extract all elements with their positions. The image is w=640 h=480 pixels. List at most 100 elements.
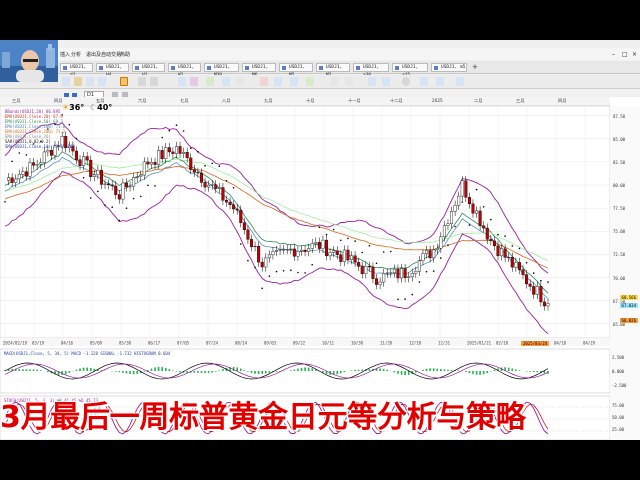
objects-list-icon[interactable] — [420, 77, 428, 86]
line-chart-icon[interactable] — [150, 77, 158, 86]
tab-usdj-m6[interactable]: USDJ1, M6 — [242, 63, 276, 78]
text-tool-icon[interactable] — [222, 77, 230, 86]
macd-histogram-bar — [175, 371, 178, 372]
macd-histogram-bar — [511, 368, 514, 371]
sar-dot — [154, 185, 156, 187]
tab-usdj-d1[interactable]: USDJ1, d1 — [60, 63, 93, 78]
candle-body — [39, 162, 43, 165]
macd-histogram-bar — [18, 368, 21, 371]
candle-body — [353, 255, 357, 263]
sar-dot — [261, 287, 264, 290]
macd-histogram-bar — [122, 371, 124, 373]
macd-histogram-bar — [340, 371, 342, 374]
menu-bar: 插入 分析 退出及自动交易 热助 – □ × — [0, 48, 640, 60]
channel-tool-icon[interactable] — [206, 77, 214, 86]
period-separator-icon[interactable] — [330, 77, 338, 86]
macd-label: MACD(USDJ1,Close, 5, 34, 5) MACD -1.128 … — [4, 351, 171, 356]
date-tick: 12/10 — [409, 341, 422, 346]
cursor-date-badge: 2025/03/24 — [521, 341, 550, 346]
macd-histogram-bar — [536, 371, 539, 373]
bar-chart-icon[interactable] — [138, 77, 146, 86]
macd-histogram-bar — [393, 371, 396, 373]
window-controls[interactable]: – — [612, 51, 615, 58]
tab-usdj-m5b[interactable]: USDJ1, m5 — [431, 63, 467, 72]
screenshot-icon[interactable] — [456, 77, 464, 86]
menu-item-help[interactable]: 热助 — [120, 51, 130, 58]
candle-body — [28, 162, 32, 177]
macd-histogram-bar — [89, 367, 92, 371]
tab-usdj-w1[interactable]: USDJ1, W1 — [168, 63, 201, 78]
macd-histogram-bar — [257, 371, 260, 375]
template-icon[interactable] — [274, 77, 282, 86]
sar-dot — [140, 195, 142, 198]
candle-body — [32, 162, 36, 166]
properties-icon[interactable] — [436, 77, 444, 86]
eye-icon[interactable] — [402, 77, 410, 86]
shift-chart-icon[interactable] — [368, 77, 376, 86]
macd-histogram-bar — [382, 368, 385, 371]
candle-body — [128, 185, 132, 188]
candle-body — [82, 156, 86, 166]
price-tick: 82.50 — [613, 159, 626, 165]
zoom-in-icon[interactable] — [86, 77, 94, 86]
tab-usdj-h4[interactable]: USDJ1, H4 — [96, 63, 129, 78]
sar-dot — [368, 244, 371, 247]
crosshair-tool-icon[interactable] — [74, 77, 82, 86]
candle-body — [371, 266, 375, 279]
date-tick: 03/19 — [32, 341, 45, 346]
tab-usdj-m2[interactable]: USDJ1, M2 — [316, 63, 350, 78]
macd-histogram-bar — [232, 366, 235, 371]
macd-histogram-bar — [164, 367, 167, 371]
tab-usdj-h1[interactable]: USDJ1, H1 — [132, 63, 165, 78]
candle-chart-icon[interactable] — [120, 77, 128, 86]
macd-histogram-bar — [379, 368, 381, 371]
candle-body — [410, 273, 414, 278]
macd-histogram-bar — [357, 369, 360, 371]
fibonacci-tool-icon[interactable] — [190, 77, 198, 86]
tab-usdj-a30[interactable]: USDJ1, a30 — [353, 63, 389, 78]
tab-usdj-m5[interactable]: USDJ1, M5 — [279, 63, 313, 78]
volume-icon[interactable] — [345, 77, 353, 86]
macd-axis-bottom: -2.500 — [612, 383, 627, 388]
candle-body — [439, 236, 443, 249]
autoscroll-icon[interactable] — [382, 77, 390, 86]
macd-histogram-bar — [486, 371, 489, 374]
candle-body — [500, 248, 504, 257]
sar-dot — [147, 184, 149, 187]
close-icon[interactable]: × — [632, 51, 637, 58]
month-label: 七月 — [180, 98, 189, 103]
candle-body — [182, 152, 186, 154]
tab-usdj-m30[interactable]: USDJ1, M30 — [204, 63, 239, 78]
macd-histogram-bar — [425, 368, 428, 371]
chart-workspace[interactable]: 2024/02/19 03/19 04/16 05/09 05/30 06/17 07/05… — [0, 97, 640, 440]
macd-histogram-bar — [404, 371, 406, 376]
cursor-tool-icon[interactable] — [62, 77, 70, 86]
candle-body — [521, 269, 525, 275]
menu-item-analysis[interactable]: 分析 — [71, 51, 81, 58]
macd-histogram-bar — [172, 370, 174, 371]
menu-item-auto-trade[interactable]: 退出及自动交易 — [86, 51, 121, 58]
zoom-out-icon[interactable] — [98, 77, 106, 86]
candle-body — [224, 200, 228, 203]
date-tick: 06/17 — [148, 341, 161, 346]
price-chart[interactable]: 2024/02/19 03/19 04/16 05/09 05/30 06/17 07/05… — [0, 97, 640, 440]
macd-histogram-bar — [239, 368, 242, 371]
macd-histogram-bar — [118, 371, 121, 373]
macd-histogram-bar — [529, 371, 531, 372]
candle-body — [332, 250, 336, 253]
date-tick: 04/10 — [554, 341, 567, 346]
menu-item-insert[interactable]: 插入 — [60, 51, 70, 58]
macd-histogram-bar — [343, 371, 346, 373]
sar-dot — [82, 177, 85, 179]
trendline-tool-icon[interactable] — [178, 77, 186, 86]
grid-toggle-icon[interactable] — [306, 77, 314, 86]
tab-usdj-a15[interactable]: USDJ1, a15 — [392, 63, 428, 78]
delete-icon[interactable] — [260, 77, 268, 86]
horizontal-line-icon[interactable] — [236, 77, 244, 86]
indicator-icon[interactable] — [290, 77, 298, 86]
candle-body — [74, 150, 78, 160]
macd-histogram-bar — [307, 367, 310, 371]
candle-body — [21, 171, 25, 175]
add-tab-button[interactable]: + — [472, 63, 478, 71]
maximize-icon[interactable]: □ — [622, 51, 628, 58]
